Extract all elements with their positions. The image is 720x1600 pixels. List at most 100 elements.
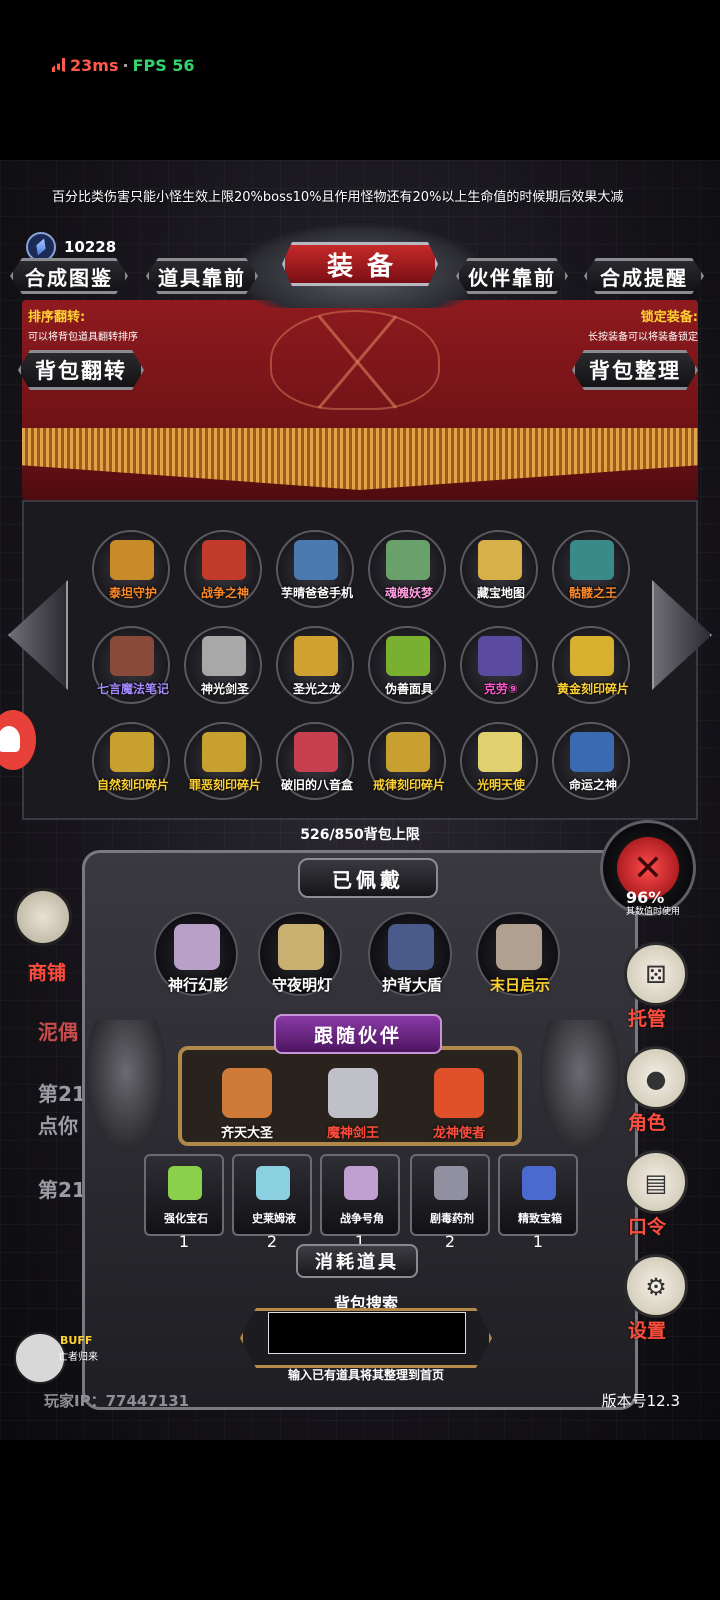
war-horn-icon [344,1166,378,1200]
partner-name: 龙神使者 [432,1126,485,1141]
bag-tidy-button[interactable]: 背包整理 [572,350,698,390]
bag-flip-button[interactable]: 背包翻转 [18,350,144,390]
bag-search-input[interactable] [268,1312,466,1354]
dragon-statue-right [540,1020,620,1150]
poison-potion-icon [434,1166,468,1200]
inventory-item[interactable]: 芋晴爸爸手机 [276,530,354,608]
network-stats: 23ms · FPS 56 [52,56,195,75]
fate-god-icon [570,732,614,772]
item-name: 神光剑圣 [200,682,249,696]
shop-label[interactable]: 商铺 [28,958,66,985]
lantern-icon [278,924,324,970]
dice-icon: ⚄ [645,961,667,989]
equipped-item-name: 末日启示 [489,976,550,994]
items-first-button[interactable]: 道具靠前 [146,258,258,294]
gold-seal-icon [570,636,614,676]
side-button-label[interactable]: 设置 [628,1316,666,1343]
item-name: 黄金刻印碎片 [556,682,629,696]
enhance-gem-icon [168,1166,202,1200]
status-bar: 23ms · FPS 56 [0,0,720,160]
inventory-item[interactable]: 魂魄妖梦 [368,530,446,608]
partner-name: 齐天大圣 [220,1126,273,1141]
consumable-slot[interactable]: 史莱姆液 [232,1154,312,1236]
youmu-icon [386,540,430,580]
inventory-item[interactable]: 破旧的八音盒 [276,722,354,800]
shop-icon[interactable] [14,888,72,946]
page-title: 装备 [282,242,438,286]
bg-text-1: 泥偶 [38,1020,78,1044]
consumables-header: 消耗道具 [296,1244,418,1278]
music-box-icon [294,732,338,772]
equipped-slot[interactable]: 护背大盾 [368,912,452,996]
inventory-item[interactable]: 克劳⑨ [460,626,538,704]
character-button[interactable]: ● [624,1046,688,1110]
inventory-item[interactable]: 神光剑圣 [184,626,262,704]
equipped-slot[interactable]: 末日启示 [476,912,560,996]
code-book-icon: ▤ [644,1169,668,1197]
item-name: 命运之神 [568,778,617,792]
search-hint: 输入已有道具将其整理到首页 [287,1368,444,1382]
inventory-item[interactable]: 战争之神 [184,530,262,608]
tip-text: 百分比类伤害只能小怪生效上限20%boss10%且作用怪物还有20%以上生命值的… [52,190,624,205]
partner-slot[interactable]: 齐天大圣 [212,1062,282,1141]
titan-guard-icon [110,540,154,580]
apocalypse-icon [496,924,542,970]
partners-first-button[interactable]: 伙伴靠前 [456,258,568,294]
klaus-icon [478,636,522,676]
inventory-item[interactable]: 泰坦守护 [92,530,170,608]
dice-button[interactable]: ⚄ [624,942,688,1006]
inventory-item[interactable]: 光明天使 [460,722,538,800]
side-button-label[interactable]: 口令 [628,1212,666,1239]
war-god-icon [202,540,246,580]
consumable-slot[interactable]: 精致宝箱 [498,1154,578,1236]
partner-slot[interactable]: 魔神剑王 [318,1062,388,1141]
item-name: 罪恶刻印碎片 [188,778,261,792]
monkey-king-icon [222,1068,272,1118]
consumable-slot[interactable]: 强化宝石 [144,1154,224,1236]
inventory-item[interactable]: 戒律刻印碎片 [368,722,446,800]
partner-slot[interactable]: 龙神使者 [424,1062,494,1141]
skeleton-king-icon [570,540,614,580]
equipped-slot[interactable]: 守夜明灯 [258,912,342,996]
consumable-count: 1 [178,1232,190,1251]
code-book-button[interactable]: ▤ [624,1150,688,1214]
bg-text-3: 点你 [38,1114,78,1138]
crossed-swords-crest-icon [270,310,440,410]
inventory-item[interactable]: 藏宝地图 [460,530,538,608]
synthesis-remind-button[interactable]: 合成提醒 [584,258,704,294]
equipped-slot[interactable]: 神行幻影 [154,912,238,996]
inventory-item[interactable]: 自然刻印碎片 [92,722,170,800]
inventory-item[interactable]: 骷髅之王 [552,530,630,608]
inventory-item[interactable]: 黄金刻印碎片 [552,626,630,704]
consumable-slot[interactable]: 战争号角 [320,1154,400,1236]
dragon-statue-left [86,1020,166,1150]
inventory-item[interactable]: 罪恶刻印碎片 [184,722,262,800]
partners-header: 跟随伙伴 [274,1014,442,1054]
synthesis-guide-button[interactable]: 合成图鉴 [10,258,128,294]
ping-value: 23ms [70,56,119,75]
inventory-item[interactable]: 七言魔法笔记 [92,626,170,704]
sort-flip-label: 排序翻转: [28,310,86,325]
item-name: 泰坦守护 [108,586,157,600]
item-name: 克劳⑨ [483,682,519,696]
side-button-label[interactable]: 角色 [628,1108,666,1135]
item-name: 魂魄妖梦 [384,586,433,600]
inventory-item[interactable]: 命运之神 [552,722,630,800]
gear-button[interactable]: ⚙ [624,1254,688,1318]
inventory-item[interactable]: 圣光之龙 [276,626,354,704]
item-name: 芋晴爸爸手机 [280,586,353,600]
inventory-item[interactable]: 伪善面具 [368,626,446,704]
item-name: 戒律刻印碎片 [372,778,445,792]
consumable-slot[interactable]: 剧毒药剂 [410,1154,490,1236]
slime-potion-icon [256,1166,290,1200]
character-icon: ● [645,1065,667,1093]
gem-currency: 10228 [26,232,116,262]
discipline-seal-icon [386,732,430,772]
mask-icon [386,636,430,676]
item-name: 光明天使 [476,778,525,792]
side-button-label[interactable]: 托管 [628,1004,666,1031]
equipped-item-name: 守夜明灯 [271,976,332,994]
sin-seal-icon [202,732,246,772]
signal-bars-icon [52,58,65,72]
consumable-name: 战争号角 [340,1212,384,1225]
